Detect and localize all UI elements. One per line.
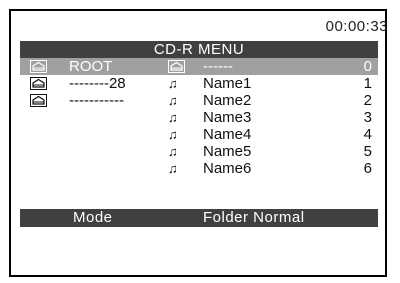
list-row[interactable]: ♫ Name4 4	[20, 126, 378, 143]
track-name[interactable]: ------	[203, 58, 233, 75]
menu-title: CD-R MENU	[20, 41, 378, 58]
track-name[interactable]: Name1	[203, 75, 251, 92]
music-note-icon: ♫	[168, 127, 178, 142]
track-index: 4	[363, 126, 372, 143]
folder-icon	[168, 60, 185, 73]
folder-icon	[30, 94, 47, 107]
track-name[interactable]: Name4	[203, 126, 251, 143]
track-index: 2	[363, 92, 372, 109]
folder-name[interactable]: ROOT	[69, 58, 112, 75]
list-row[interactable]: ----------- ♫ Name2 2	[20, 92, 378, 109]
folder-name[interactable]: --------28	[69, 75, 126, 92]
list-row[interactable]: ♫ Name6 6	[20, 160, 378, 177]
track-index: 6	[363, 160, 372, 177]
track-name[interactable]: Name5	[203, 143, 251, 160]
folder-icon	[30, 60, 47, 73]
list-row[interactable]: --------28 ♫ Name1 1	[20, 75, 378, 92]
mode-bar[interactable]: Mode Folder Normal	[20, 209, 378, 227]
music-note-icon: ♫	[168, 93, 178, 108]
music-note-icon: ♫	[168, 161, 178, 176]
track-index: 3	[363, 109, 372, 126]
music-note-icon: ♫	[168, 144, 178, 159]
track-index: 0	[363, 58, 372, 75]
list-row[interactable]: ♫ Name5 5	[20, 143, 378, 160]
folder-icon	[30, 77, 47, 90]
folder-name[interactable]: -----------	[69, 92, 124, 109]
music-note-icon: ♫	[168, 76, 178, 91]
elapsed-time: 00:00:33	[325, 18, 388, 35]
list-row[interactable]: ♫ Name3 3	[20, 109, 378, 126]
list-row[interactable]: ROOT ------ 0	[20, 58, 378, 75]
music-note-icon: ♫	[168, 110, 178, 125]
track-name[interactable]: Name3	[203, 109, 251, 126]
mode-label: Mode	[73, 209, 113, 226]
track-index: 5	[363, 143, 372, 160]
mode-value[interactable]: Folder Normal	[203, 209, 305, 227]
track-name[interactable]: Name2	[203, 92, 251, 109]
track-name[interactable]: Name6	[203, 160, 251, 177]
track-index: 1	[363, 75, 372, 92]
